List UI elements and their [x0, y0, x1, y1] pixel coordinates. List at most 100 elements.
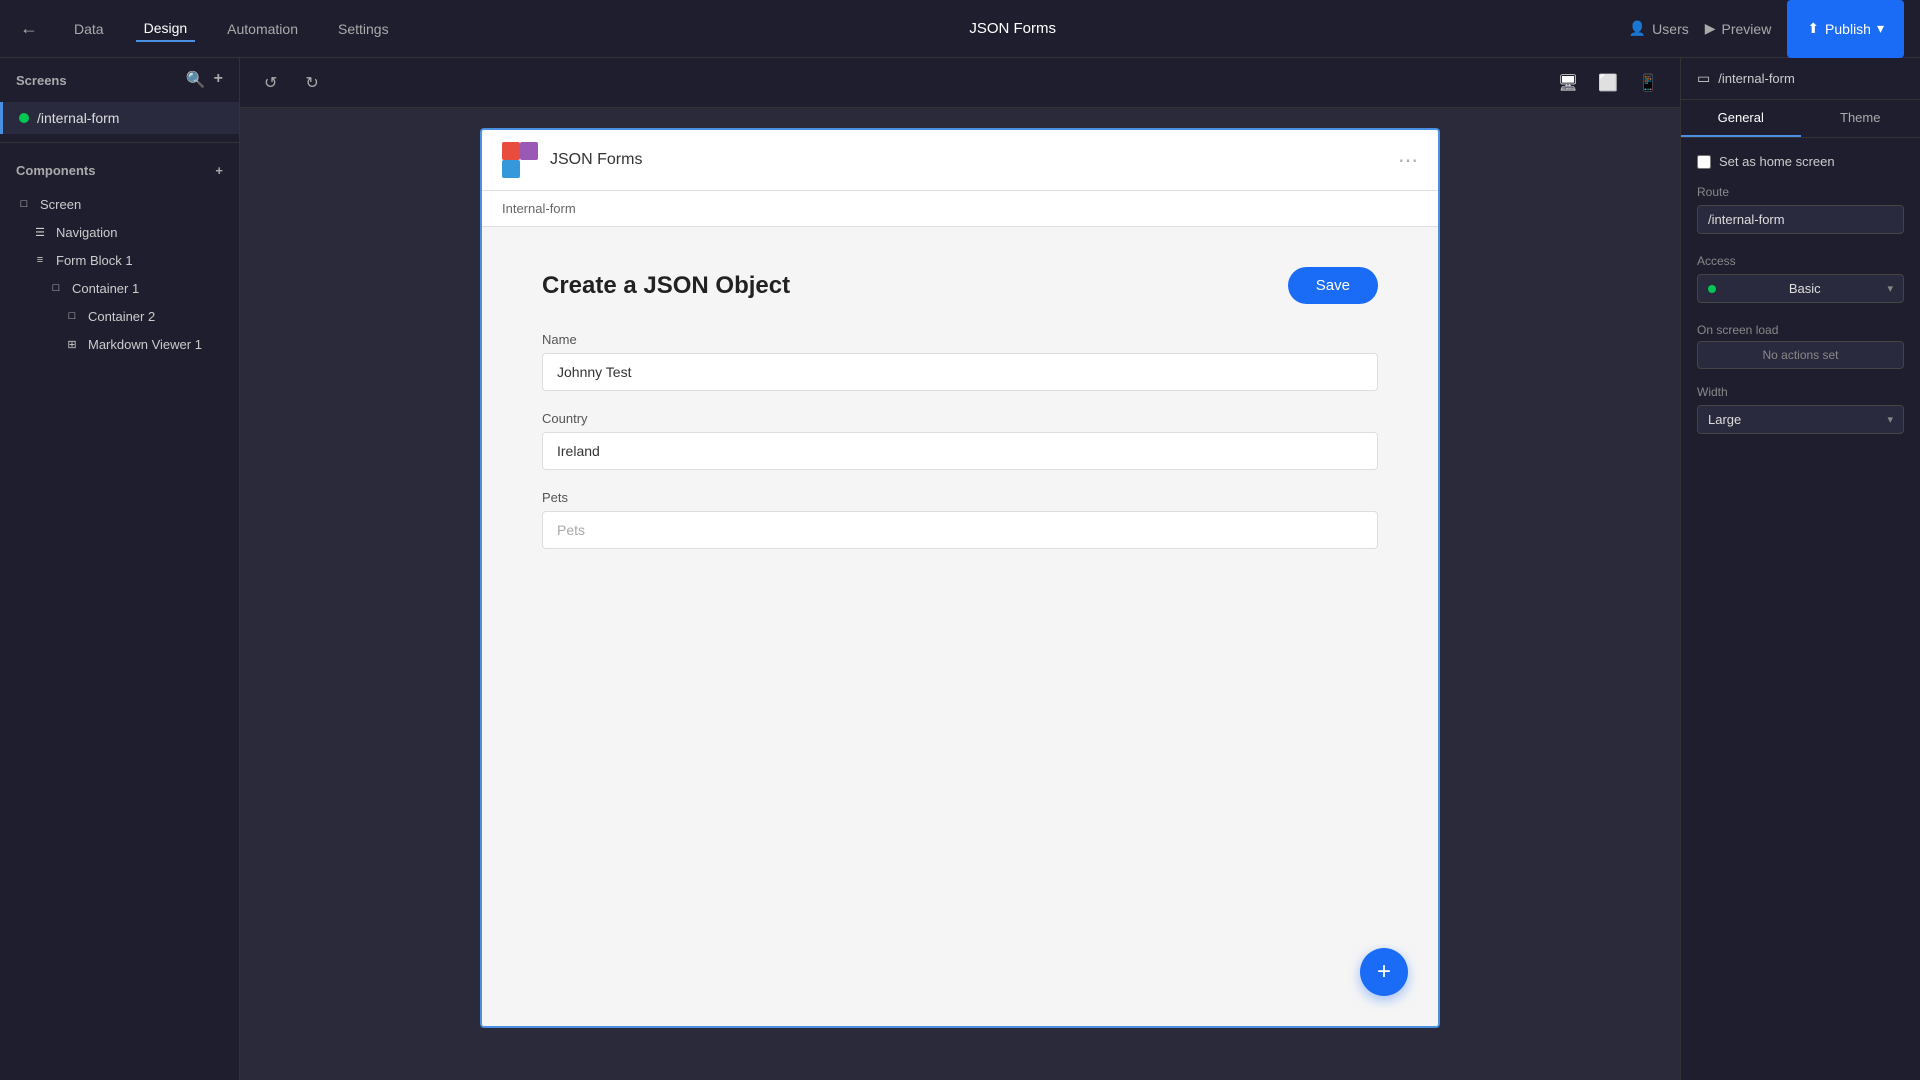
- screens-actions: 🔍 +: [186, 70, 223, 90]
- form-field-name: Name: [542, 332, 1378, 391]
- component-item-container-2[interactable]: □ Container 2: [0, 302, 239, 330]
- components-section-header: Components +: [0, 151, 239, 190]
- right-panel-body: Set as home screen Route /internal-form …: [1681, 138, 1920, 454]
- right-panel-header: ▭ /internal-form: [1681, 58, 1920, 100]
- preview-icon: ▶: [1705, 20, 1716, 37]
- add-screen-icon[interactable]: +: [214, 70, 223, 90]
- publish-icon: ⬆: [1807, 20, 1819, 37]
- component-item-markdown-viewer-1[interactable]: ⊞ Markdown Viewer 1: [0, 330, 239, 358]
- publish-button[interactable]: ⬆ Publish ▾: [1787, 0, 1904, 58]
- top-right-actions: 👤 Users ▶ Preview ⬆ Publish ▾: [1629, 0, 1904, 58]
- screen-item-label: /internal-form: [37, 110, 119, 126]
- width-field: Width Large ▾: [1697, 385, 1904, 434]
- add-component-icon[interactable]: +: [215, 163, 223, 178]
- pets-label: Pets: [542, 490, 1378, 505]
- canvas-content: Screen JSON Forms ⋯ Internal-form: [240, 108, 1680, 1080]
- tab-theme[interactable]: Theme: [1801, 100, 1920, 137]
- form-block-component-icon: ≡: [32, 252, 48, 268]
- desktop-view-button[interactable]: 🖥: [1552, 69, 1584, 97]
- pets-input[interactable]: [542, 511, 1378, 549]
- app-header: JSON Forms ⋯: [482, 130, 1438, 191]
- sidebar-divider: [0, 142, 239, 143]
- form-title-row: Create a JSON Object Save: [542, 267, 1378, 304]
- publish-chevron-icon: ▾: [1877, 20, 1884, 37]
- nav-design[interactable]: Design: [136, 16, 196, 42]
- nav-data[interactable]: Data: [66, 17, 112, 41]
- on-screen-load-label: On screen load: [1697, 323, 1904, 337]
- screens-section-header: Screens 🔍 +: [0, 58, 239, 102]
- access-chevron-icon: ▾: [1887, 282, 1893, 295]
- set-as-home-screen-checkbox[interactable]: [1697, 155, 1711, 169]
- form-title: Create a JSON Object: [542, 272, 790, 300]
- logo-square-purple: [520, 142, 538, 160]
- preview-button[interactable]: ▶ Preview: [1705, 20, 1772, 37]
- screen-active-dot: [19, 113, 29, 123]
- save-button[interactable]: Save: [1288, 267, 1378, 304]
- screens-label: Screens: [16, 73, 67, 88]
- users-icon: 👤: [1629, 20, 1646, 37]
- form-field-pets: Pets: [542, 490, 1378, 549]
- no-actions-button[interactable]: No actions set: [1697, 341, 1904, 369]
- tablet-view-button[interactable]: ⬜: [1592, 69, 1624, 97]
- main-layout: Screens 🔍 + /internal-form Components + …: [0, 58, 1920, 1080]
- container2-component-icon: □: [64, 308, 80, 324]
- component-item-navigation[interactable]: ☰ Navigation: [0, 218, 239, 246]
- name-input[interactable]: [542, 353, 1378, 391]
- screen-panel-icon: ▭: [1697, 70, 1710, 87]
- back-button[interactable]: ←: [16, 14, 42, 43]
- component-item-container-1[interactable]: □ Container 1: [0, 274, 239, 302]
- form-area: Create a JSON Object Save Name Country P…: [482, 227, 1438, 609]
- right-panel-screen-path: /internal-form: [1718, 71, 1795, 86]
- canvas-right-tools: 🖥 ⬜ 📱: [1552, 69, 1664, 97]
- component-item-screen[interactable]: □ Screen: [0, 190, 239, 218]
- screen-frame: Screen JSON Forms ⋯ Internal-form: [480, 128, 1440, 1028]
- nav-settings[interactable]: Settings: [330, 17, 397, 41]
- top-nav: ← Data Design Automation Settings JSON F…: [0, 0, 1920, 58]
- route-label: Route: [1697, 185, 1904, 199]
- access-value[interactable]: Basic ▾: [1697, 274, 1904, 303]
- set-as-home-screen-row: Set as home screen: [1697, 154, 1904, 169]
- access-dot-icon: [1708, 281, 1722, 296]
- country-input[interactable]: [542, 432, 1378, 470]
- form-field-country: Country: [542, 411, 1378, 470]
- access-field: Access Basic ▾: [1697, 254, 1904, 303]
- redo-button[interactable]: ↻: [297, 69, 326, 97]
- component-item-form-block-1[interactable]: ≡ Form Block 1: [0, 246, 239, 274]
- fab-button[interactable]: +: [1360, 948, 1408, 996]
- undo-button[interactable]: ↺: [256, 69, 285, 97]
- right-panel-tabs: General Theme: [1681, 100, 1920, 138]
- canvas-left-tools: ↺ ↻: [256, 69, 327, 97]
- app-title: JSON Forms: [550, 151, 642, 169]
- app-logo: [502, 142, 538, 178]
- name-label: Name: [542, 332, 1378, 347]
- breadcrumb: Internal-form: [482, 191, 1438, 227]
- canvas-toolbar: ↺ ↻ 🖥 ⬜ 📱: [240, 58, 1680, 108]
- search-icon[interactable]: 🔍: [186, 70, 206, 90]
- screen-component-icon: □: [16, 196, 32, 212]
- navigation-component-icon: ☰: [32, 224, 48, 240]
- on-screen-load-section: On screen load No actions set: [1697, 323, 1904, 369]
- set-as-home-screen-label: Set as home screen: [1719, 154, 1835, 169]
- page-title: JSON Forms: [421, 20, 1605, 37]
- markdown-component-icon: ⊞: [64, 336, 80, 352]
- width-label: Width: [1697, 385, 1904, 399]
- nav-automation[interactable]: Automation: [219, 17, 306, 41]
- tab-general[interactable]: General: [1681, 100, 1801, 137]
- left-sidebar: Screens 🔍 + /internal-form Components + …: [0, 58, 240, 1080]
- route-field: Route /internal-form: [1697, 185, 1904, 234]
- users-button[interactable]: 👤 Users: [1629, 20, 1689, 37]
- mobile-view-button[interactable]: 📱: [1632, 69, 1664, 97]
- country-label: Country: [542, 411, 1378, 426]
- width-chevron-icon: ▾: [1887, 413, 1893, 426]
- container1-component-icon: □: [48, 280, 64, 296]
- route-value[interactable]: /internal-form: [1697, 205, 1904, 234]
- components-label: Components: [16, 163, 95, 178]
- width-value[interactable]: Large ▾: [1697, 405, 1904, 434]
- logo-square-red: [502, 142, 520, 160]
- logo-square-blue: [502, 160, 520, 178]
- app-header-menu-icon[interactable]: ⋯: [1398, 148, 1418, 173]
- right-panel: ▭ /internal-form General Theme Set as ho…: [1680, 58, 1920, 1080]
- access-label: Access: [1697, 254, 1904, 268]
- screen-item-internal-form[interactable]: /internal-form: [0, 102, 239, 134]
- canvas-area: ↺ ↻ 🖥 ⬜ 📱 Screen JSON Forms: [240, 58, 1680, 1080]
